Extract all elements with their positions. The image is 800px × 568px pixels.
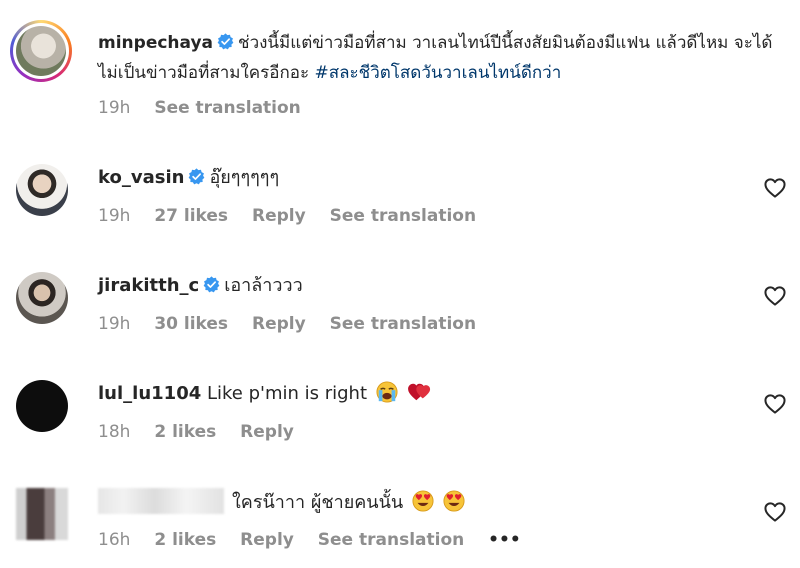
avatar[interactable] xyxy=(16,488,68,540)
avatar xyxy=(16,26,66,76)
comment-item: ko_vasin อุ๊ยๆๆๆๆๆ 19h 27 likes Reply See… xyxy=(0,160,800,268)
caption-time: 19h xyxy=(98,98,131,118)
reply-button[interactable]: Reply xyxy=(240,530,294,550)
see-translation-button[interactable]: See translation xyxy=(330,314,476,334)
comment-meta: 16h 2 likes Reply See translation ••• xyxy=(98,530,539,550)
heart-outline-icon[interactable] xyxy=(764,394,786,414)
post-caption: minpechaya ช่วงนี้มีแต่ข่าวมือที่สาม วาเล… xyxy=(10,18,790,138)
comment-username[interactable]: ko_vasin xyxy=(98,167,184,188)
more-options-button[interactable]: ••• xyxy=(488,530,521,550)
comment-time: 19h xyxy=(98,314,131,334)
avatar[interactable] xyxy=(16,164,68,216)
comment-text: อุ๊ยๆๆๆๆๆ xyxy=(209,167,280,188)
comment-item: jirakitth_c เอาล้าววว 19h 30 likes Reply … xyxy=(0,268,800,376)
comment-time: 16h xyxy=(98,530,131,550)
likes-count[interactable]: 2 likes xyxy=(154,530,216,550)
heart-eyes-emoji xyxy=(443,490,465,512)
comment-meta: 19h 30 likes Reply See translation xyxy=(98,314,494,334)
verified-badge-icon xyxy=(203,276,220,293)
avatar[interactable] xyxy=(16,272,68,324)
comment-text: Like p'min is right xyxy=(206,383,368,404)
caption-hashtag[interactable]: #สละชีวิตโสดวันวาเลนไทน์ดีกว่า xyxy=(315,63,562,83)
see-translation-button[interactable]: See translation xyxy=(154,98,300,118)
story-ring-avatar[interactable] xyxy=(10,20,72,82)
comment-username[interactable]: lul_lu1104 xyxy=(98,383,201,404)
caption-text-block: minpechaya ช่วงนี้มีแต่ข่าวมือที่สาม วาเล… xyxy=(98,28,788,88)
comment-text-block: ko_vasin อุ๊ยๆๆๆๆๆ xyxy=(98,164,738,192)
caption-meta: 19h See translation xyxy=(98,98,319,118)
heart-outline-icon[interactable] xyxy=(764,178,786,198)
reply-button[interactable]: Reply xyxy=(240,422,294,442)
heart-outline-icon[interactable] xyxy=(764,502,786,522)
comment-meta: 18h 2 likes Reply xyxy=(98,422,312,442)
reply-button[interactable]: Reply xyxy=(252,206,306,226)
likes-count[interactable]: 30 likes xyxy=(154,314,228,334)
comment-item: ใครน๊าาา ผู้ชายคนนั้น 16h 2 likes Reply … xyxy=(0,484,800,568)
heart-outline-icon[interactable] xyxy=(764,286,786,306)
comment-text-block: ใครน๊าาา ผู้ชายคนนั้น xyxy=(98,488,738,517)
comment-text: เอาล้าววว xyxy=(224,275,303,296)
comment-item: lul_lu1104 Like p'min is right 18h 2 lik… xyxy=(0,376,800,484)
comment-time: 18h xyxy=(98,422,131,442)
comment-time: 19h xyxy=(98,206,131,226)
see-translation-button[interactable]: See translation xyxy=(330,206,476,226)
verified-badge-icon xyxy=(217,33,234,50)
comment-meta: 19h 27 likes Reply See translation xyxy=(98,206,494,226)
reply-button[interactable]: Reply xyxy=(252,314,306,334)
caption-username[interactable]: minpechaya xyxy=(98,33,213,53)
red-heart-emoji xyxy=(407,383,430,401)
blurred-username xyxy=(98,488,224,514)
verified-badge-icon xyxy=(188,168,205,185)
comment-text-block: lul_lu1104 Like p'min is right xyxy=(98,380,738,408)
comment-text: ใครน๊าาา ผู้ชายคนนั้น xyxy=(232,492,404,513)
comment-text-block: jirakitth_c เอาล้าววว xyxy=(98,272,738,300)
heart-eyes-emoji xyxy=(412,490,434,512)
comment-username[interactable]: jirakitth_c xyxy=(98,275,199,296)
see-translation-button[interactable]: See translation xyxy=(318,530,464,550)
likes-count[interactable]: 27 likes xyxy=(154,206,228,226)
likes-count[interactable]: 2 likes xyxy=(154,422,216,442)
avatar[interactable] xyxy=(16,380,68,432)
loudly-crying-face-emoji xyxy=(376,381,398,403)
